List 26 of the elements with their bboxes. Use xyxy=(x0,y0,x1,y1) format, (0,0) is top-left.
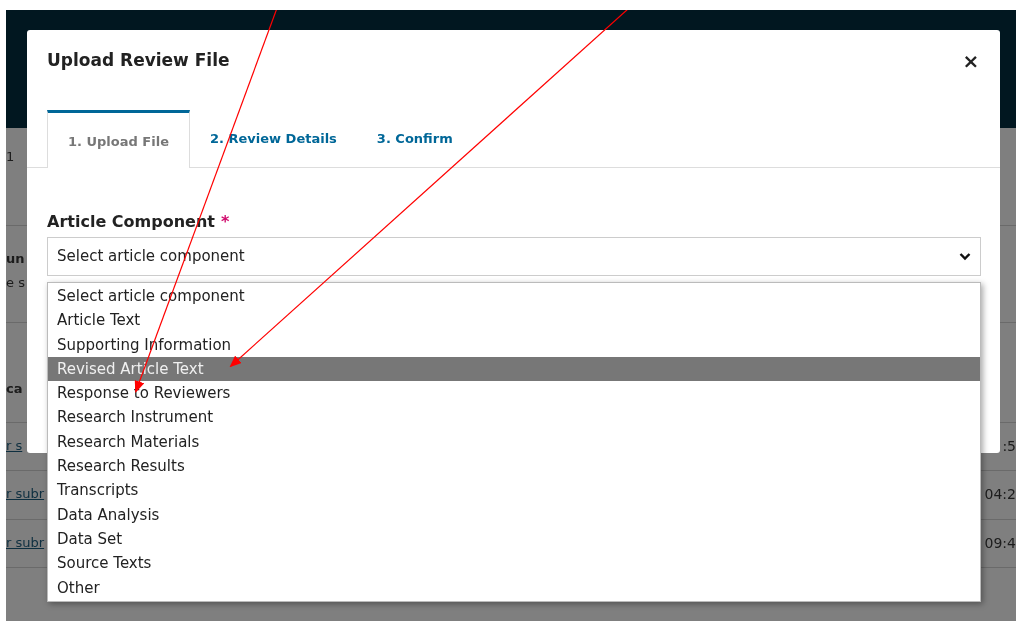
time-text: 09:4 xyxy=(984,534,1016,552)
dropdown-option[interactable]: Source Texts xyxy=(48,551,980,576)
chevron-down-icon xyxy=(959,252,971,261)
body-text: e s xyxy=(6,274,25,292)
required-mark: * xyxy=(220,211,230,233)
body-text: 1 xyxy=(6,148,15,166)
dropdown-option[interactable]: Other xyxy=(48,575,980,600)
dialog-title: Upload Review File xyxy=(47,49,230,73)
time-text: :5 xyxy=(1002,437,1016,455)
dropdown-option[interactable]: Data Analysis xyxy=(48,502,980,527)
link-text[interactable]: r subr xyxy=(6,485,45,503)
dropdown-option[interactable]: Research Instrument xyxy=(48,405,980,430)
heading-text: un xyxy=(6,250,25,268)
dropdown-option[interactable]: Research Results xyxy=(48,454,980,479)
close-button[interactable]: × xyxy=(962,51,980,71)
link-text[interactable]: r s xyxy=(6,437,23,455)
link-text[interactable]: r subr xyxy=(6,534,45,552)
step-tab[interactable]: 1. Upload File xyxy=(47,110,190,168)
step-tab[interactable]: 3. Confirm xyxy=(356,109,473,167)
dropdown-option[interactable]: Transcripts xyxy=(48,478,980,503)
heading-text: ca xyxy=(6,380,23,398)
step-tab[interactable]: 2. Review Details xyxy=(190,109,357,167)
dropdown-option[interactable]: Article Text xyxy=(48,308,980,333)
dropdown-option[interactable]: Research Materials xyxy=(48,429,980,455)
time-text: 04:2 xyxy=(984,485,1016,503)
dropdown-option[interactable]: Data Set xyxy=(48,526,980,552)
